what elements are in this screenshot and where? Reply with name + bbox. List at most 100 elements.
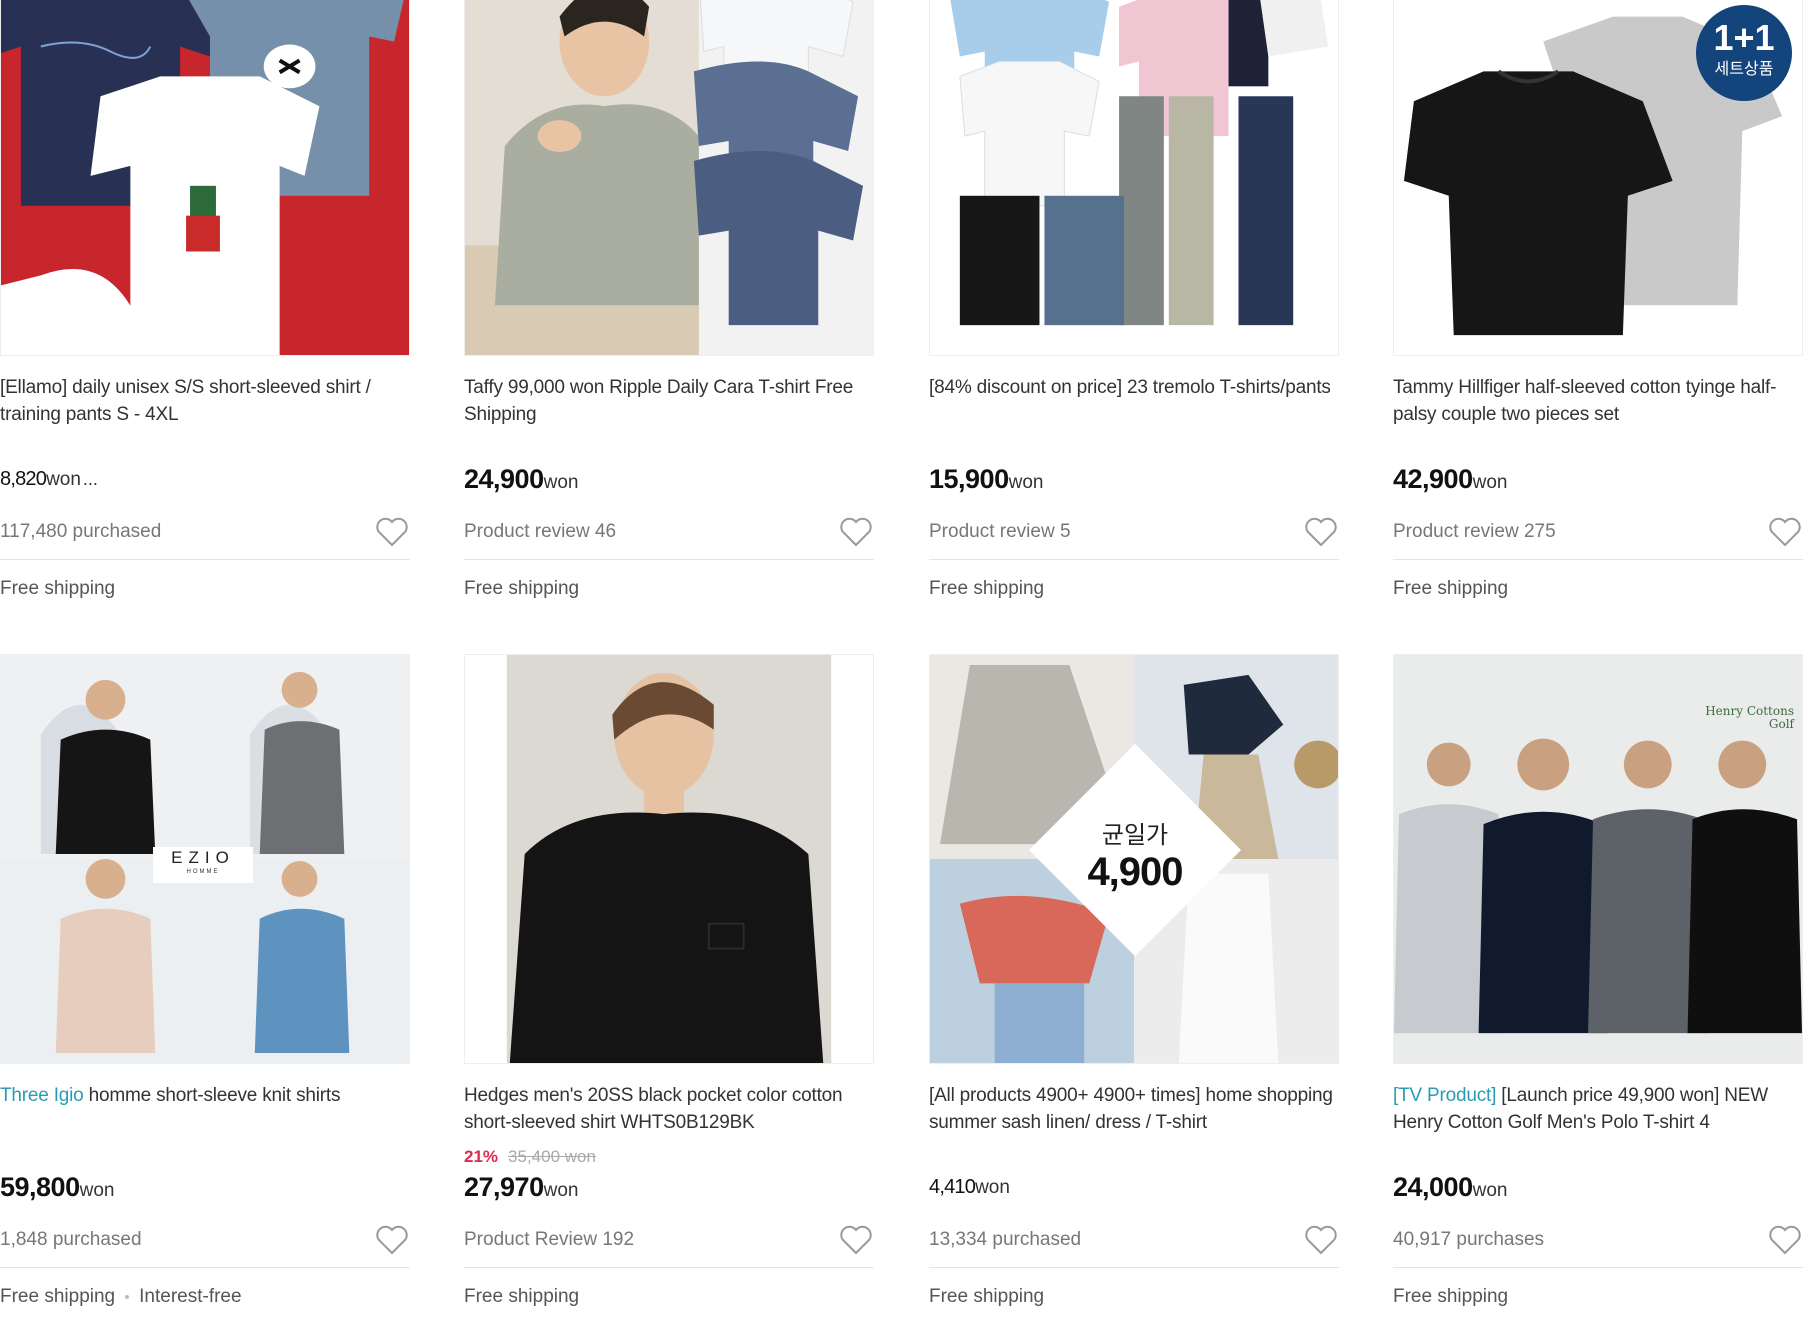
heart-icon[interactable] (1767, 514, 1803, 550)
product-title[interactable]: [All products 4900+ 4900+ times] home sh… (929, 1082, 1339, 1136)
purchase-count: 40,917 purchases (1393, 1228, 1545, 1250)
shipping-label: Free shipping (929, 1286, 1045, 1307)
heart-icon[interactable] (1303, 1222, 1339, 1258)
logo-line1: EZIO (171, 848, 235, 867)
heart-icon[interactable] (838, 514, 874, 550)
heart-icon[interactable] (374, 1222, 410, 1258)
shipping-label: Free shipping (464, 578, 580, 599)
product-meta: 40,917 purchases (1393, 1212, 1803, 1268)
heart-icon[interactable] (1767, 1222, 1803, 1258)
discount-row (0, 1146, 410, 1168)
purchase-count: 117,480 purchased (0, 520, 162, 542)
product-card[interactable]: [84% discount on price] 23 tremolo T-shi… (929, 0, 1339, 600)
product-card[interactable]: Henry Cottons Golf [TV Product] [Launch … (1393, 654, 1803, 1308)
shipping-label: Free shipping (0, 1286, 116, 1307)
product-title[interactable]: Tammy Hillfiger half-sleeved cotton tyin… (1393, 374, 1803, 428)
brand-highlight[interactable]: Three Igio (0, 1085, 84, 1106)
product-card[interactable]: 1+1 세트상품 Tammy Hillfiger half-sleeved co… (1393, 0, 1803, 600)
discount-row (1393, 1146, 1803, 1168)
price-value: 15,900 (929, 464, 1009, 494)
price: 27,970won (464, 1170, 874, 1204)
logo-line2: HOMME (186, 869, 220, 875)
product-title[interactable]: [TV Product] [Launch price 49,900 won] N… (1393, 1082, 1803, 1136)
price-unit: won (543, 472, 579, 493)
product-meta: 13,334 purchased (929, 1212, 1339, 1268)
logo-line2: Golf (1768, 717, 1794, 731)
product-image[interactable]: 1+1 세트상품 (1393, 0, 1803, 356)
product-image[interactable] (464, 654, 874, 1064)
interest-free-label: Interest-free (139, 1286, 242, 1307)
product-card[interactable]: Taffy 99,000 won Ripple Daily Cara T-shi… (464, 0, 874, 600)
product-meta: Product review 5 (929, 504, 1339, 560)
review-count: Product review 275 (1393, 520, 1556, 542)
product-image[interactable]: 균일가 4,900 (929, 654, 1339, 1064)
man-polo-image (465, 0, 873, 355)
set-product-badge: 1+1 세트상품 (1696, 5, 1792, 101)
purchase-count: 13,334 purchased (929, 1228, 1082, 1250)
product-card[interactable]: 균일가 4,900 [All products 4900+ 4900+ time… (929, 654, 1339, 1308)
product-card[interactable]: [Ellamo] daily unisex S/S short-sleeved … (0, 0, 410, 600)
promo-line1: 균일가 (1101, 822, 1169, 849)
discount-row (464, 438, 874, 460)
product-image[interactable] (0, 0, 410, 356)
shipping-info: Free shipping (1393, 578, 1803, 600)
discount-percent: 21% (464, 1147, 499, 1166)
price-unit: won (1008, 472, 1044, 493)
price-value: 59,800 (0, 1172, 80, 1202)
shipping-label: Free shipping (464, 1286, 580, 1307)
review-count: Product review 46 (464, 520, 617, 542)
product-title[interactable]: Taffy 99,000 won Ripple Daily Cara T-shi… (464, 374, 874, 428)
heart-icon[interactable] (838, 1222, 874, 1258)
price-unit: won (1472, 472, 1508, 493)
shipping-info: Free shipping (1393, 1286, 1803, 1308)
price-value: 24,000 (1393, 1172, 1473, 1202)
ezio-logo: EZIO HOMME (153, 847, 253, 883)
shipping-info: Free shipping (929, 1286, 1339, 1308)
price-unit: won (79, 1180, 115, 1201)
shipping-label: Free shipping (929, 578, 1045, 599)
product-image[interactable]: EZIO HOMME (0, 654, 410, 1064)
product-card[interactable]: EZIO HOMME Three Igio homme short-sleeve… (0, 654, 410, 1308)
price: 4,410won (929, 1170, 1339, 1204)
discount-row (929, 438, 1339, 460)
product-title[interactable]: [Ellamo] daily unisex S/S short-sleeved … (0, 374, 410, 428)
original-price: 35,400 won (508, 1147, 596, 1166)
badge-line1: 1+1 (1713, 17, 1775, 58)
heart-icon[interactable] (1303, 514, 1339, 550)
promo-line2: 4,900 (1087, 850, 1183, 894)
product-meta: Product review 275 (1393, 504, 1803, 560)
tshirts-red-image (1, 0, 409, 355)
tv-product-tag[interactable]: [TV Product] (1393, 1085, 1496, 1106)
shipping-label: Free shipping (1393, 578, 1509, 599)
product-meta: Product review 46 (464, 504, 874, 560)
review-count: Product Review 192 (464, 1228, 635, 1250)
price-unit: won (1472, 1180, 1508, 1201)
product-title[interactable]: [84% discount on price] 23 tremolo T-shi… (929, 374, 1339, 428)
product-meta: Product Review 192 (464, 1212, 874, 1268)
shipping-info: Free shipping (464, 1286, 874, 1308)
heart-icon[interactable] (374, 514, 410, 550)
price: 42,900won (1393, 462, 1803, 496)
discount-row (1393, 438, 1803, 460)
discount-row: 21% 35,400 won (464, 1146, 874, 1168)
product-image[interactable] (929, 0, 1339, 356)
promo-price-tag: 균일가 4,900 (1050, 815, 1220, 895)
badge-line2: 세트상품 (1714, 61, 1774, 78)
product-card[interactable]: Hedges men's 20SS black pocket color cot… (464, 654, 874, 1308)
product-title[interactable]: Hedges men's 20SS black pocket color cot… (464, 1082, 874, 1136)
product-image[interactable]: Henry Cottons Golf (1393, 654, 1803, 1064)
price-value: 4,410 (929, 1176, 976, 1198)
price-ellipsis: ... (82, 469, 98, 489)
price-unit: won (46, 469, 81, 490)
discount-row (929, 1146, 1339, 1168)
product-meta: 1,848 purchased (0, 1212, 410, 1268)
separator-dot (125, 1295, 130, 1299)
product-grid: [Ellamo] daily unisex S/S short-sleeved … (0, 0, 1812, 1327)
shipping-label: Free shipping (0, 578, 116, 599)
product-image[interactable] (464, 0, 874, 356)
price-unit: won (975, 1177, 1010, 1198)
review-count: Product review 5 (929, 520, 1071, 542)
shipping-info: Free shipping Interest-free (0, 1286, 410, 1308)
price: 59,800won (0, 1170, 410, 1204)
product-title[interactable]: Three Igio homme short-sleeve knit shirt… (0, 1082, 410, 1136)
